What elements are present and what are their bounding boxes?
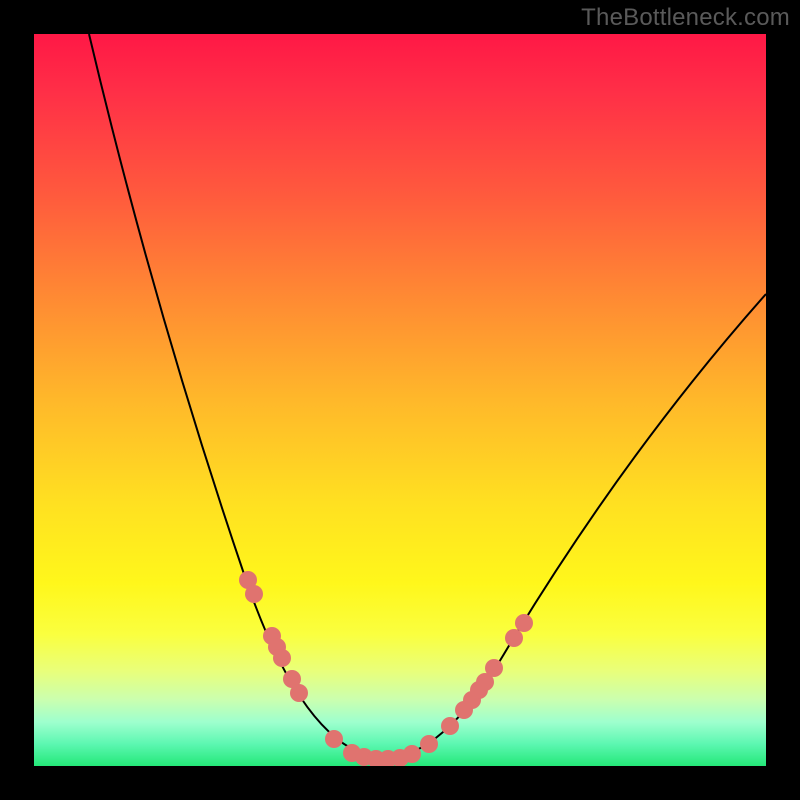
marker — [325, 730, 343, 748]
marker — [441, 717, 459, 735]
marker — [403, 745, 421, 763]
watermark-text: TheBottleneck.com — [581, 4, 790, 32]
marker — [245, 585, 263, 603]
marker — [505, 629, 523, 647]
marker — [515, 614, 533, 632]
marker — [485, 659, 503, 677]
marker — [290, 684, 308, 702]
marker — [420, 735, 438, 753]
bottleneck-curve — [89, 34, 766, 759]
chart-svg — [34, 34, 766, 766]
plot-area — [34, 34, 766, 766]
chart-frame: TheBottleneck.com — [0, 0, 800, 800]
marker — [273, 649, 291, 667]
